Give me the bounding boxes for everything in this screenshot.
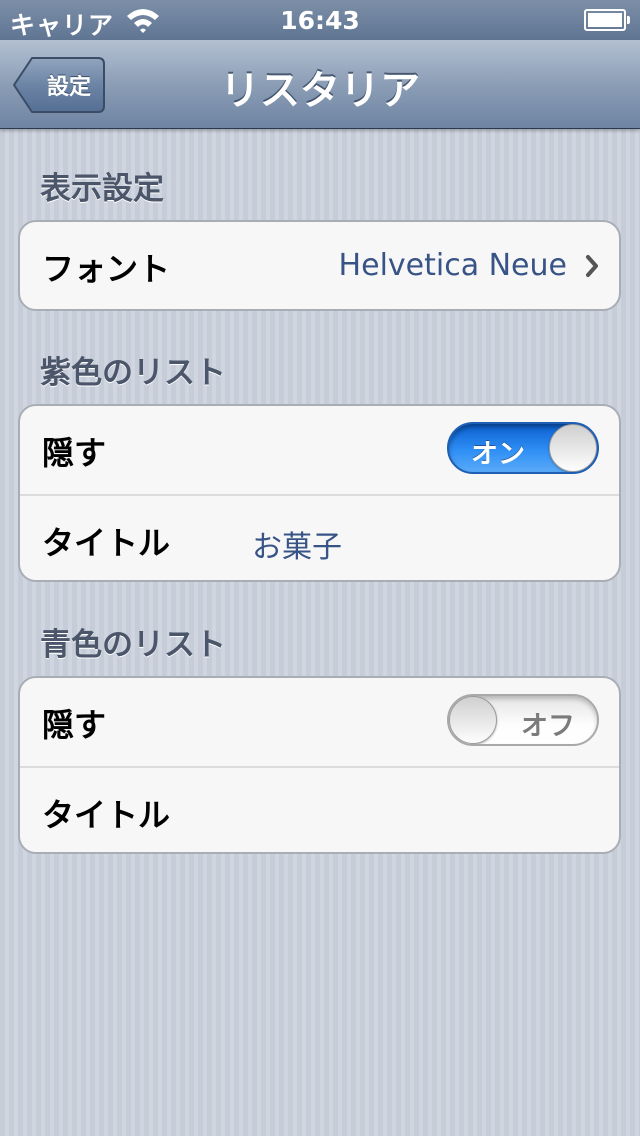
navigation-bar: 設定 リスタリア xyxy=(0,40,640,129)
group-display-settings: フォント Helvetica Neue xyxy=(18,220,621,311)
purple-title-value[interactable]: お菓子 xyxy=(252,522,342,566)
blue-title-label: タイトル xyxy=(42,796,171,834)
font-value: Helvetica Neue xyxy=(338,248,567,283)
purple-hide-toggle-text: オン xyxy=(471,439,525,470)
status-time: 16:43 xyxy=(280,6,360,35)
settings-screen: キャリア 16:43 設定 リスタリア 表示設定 フォント Helvetica … xyxy=(0,0,640,1136)
purple-hide-toggle[interactable]: オン xyxy=(447,422,599,474)
status-bar: キャリア 16:43 xyxy=(0,0,640,40)
font-row[interactable]: フォント Helvetica Neue xyxy=(20,222,619,309)
page-title: リスタリア xyxy=(220,68,420,114)
group-blue-list: 隠す オフ タイトル xyxy=(18,676,621,854)
group-purple-list: 隠す オン タイトル お菓子 xyxy=(18,404,621,582)
blue-hide-label: 隠す xyxy=(42,706,107,744)
toggle-knob xyxy=(449,696,497,744)
section-header-purple-list: 紫色のリスト xyxy=(40,355,226,391)
purple-hide-label: 隠す xyxy=(42,434,107,472)
purple-hide-row: 隠す オン xyxy=(20,406,619,494)
battery-icon xyxy=(584,9,630,31)
section-header-display: 表示設定 xyxy=(40,171,164,207)
blue-title-row[interactable]: タイトル xyxy=(20,766,619,852)
font-label: フォント xyxy=(42,250,171,288)
purple-title-label: タイトル xyxy=(42,524,171,562)
toggle-knob xyxy=(549,424,597,472)
chevron-right-icon xyxy=(586,255,598,277)
blue-hide-row: 隠す オフ xyxy=(20,678,619,766)
purple-title-row[interactable]: タイトル お菓子 xyxy=(20,494,619,580)
blue-hide-toggle[interactable]: オフ xyxy=(447,694,599,746)
section-header-blue-list: 青色のリスト xyxy=(40,627,226,663)
blue-hide-toggle-text: オフ xyxy=(521,711,575,742)
